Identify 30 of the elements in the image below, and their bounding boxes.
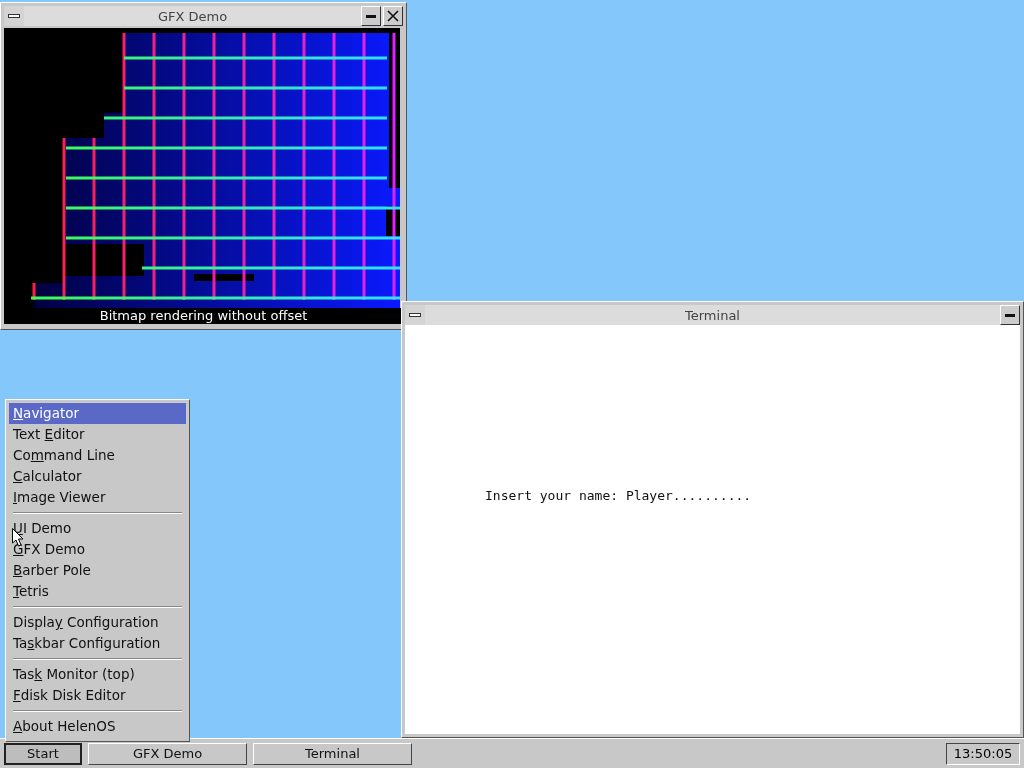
minimize-icon (1005, 313, 1015, 317)
minimize-button[interactable] (361, 6, 381, 26)
menu-item[interactable]: Taskbar Configuration (9, 633, 186, 654)
window-menu-icon (8, 14, 20, 18)
bitmap-caption: Bitmap rendering without offset (4, 308, 403, 324)
clock: 13:50:05 (946, 742, 1020, 765)
window-menu-icon (409, 313, 421, 317)
terminal-text: Insert your name: Player.......... (485, 488, 752, 503)
window-menu-button[interactable] (405, 305, 425, 325)
menu-item[interactable]: Tetris (9, 581, 186, 602)
menu-item[interactable]: Display Configuration (9, 612, 186, 633)
task-button[interactable]: GFX Demo (88, 742, 247, 765)
menu-item[interactable]: Fdisk Disk Editor (9, 685, 186, 706)
minimize-button[interactable] (1000, 305, 1020, 325)
menu-item[interactable]: Image Viewer (9, 487, 186, 508)
window-menu-button[interactable] (4, 6, 24, 26)
start-button[interactable]: Start (4, 742, 82, 765)
menu-item[interactable]: Navigator (9, 403, 186, 424)
menu-item[interactable]: Command Line (9, 445, 186, 466)
window-title: Terminal (684, 307, 741, 323)
menu-item[interactable]: Calculator (9, 466, 186, 487)
menu-item[interactable]: Barber Pole (9, 560, 186, 581)
task-button[interactable]: Terminal (253, 742, 412, 765)
menu-item[interactable]: Text Editor (9, 424, 186, 445)
menu-item[interactable]: About HelenOS (9, 716, 186, 737)
window-title: GFX Demo (156, 8, 229, 24)
close-icon (387, 10, 399, 22)
close-button[interactable] (383, 6, 403, 26)
minimize-icon (366, 14, 376, 18)
menu-item[interactable]: Task Monitor (top) (9, 664, 186, 685)
